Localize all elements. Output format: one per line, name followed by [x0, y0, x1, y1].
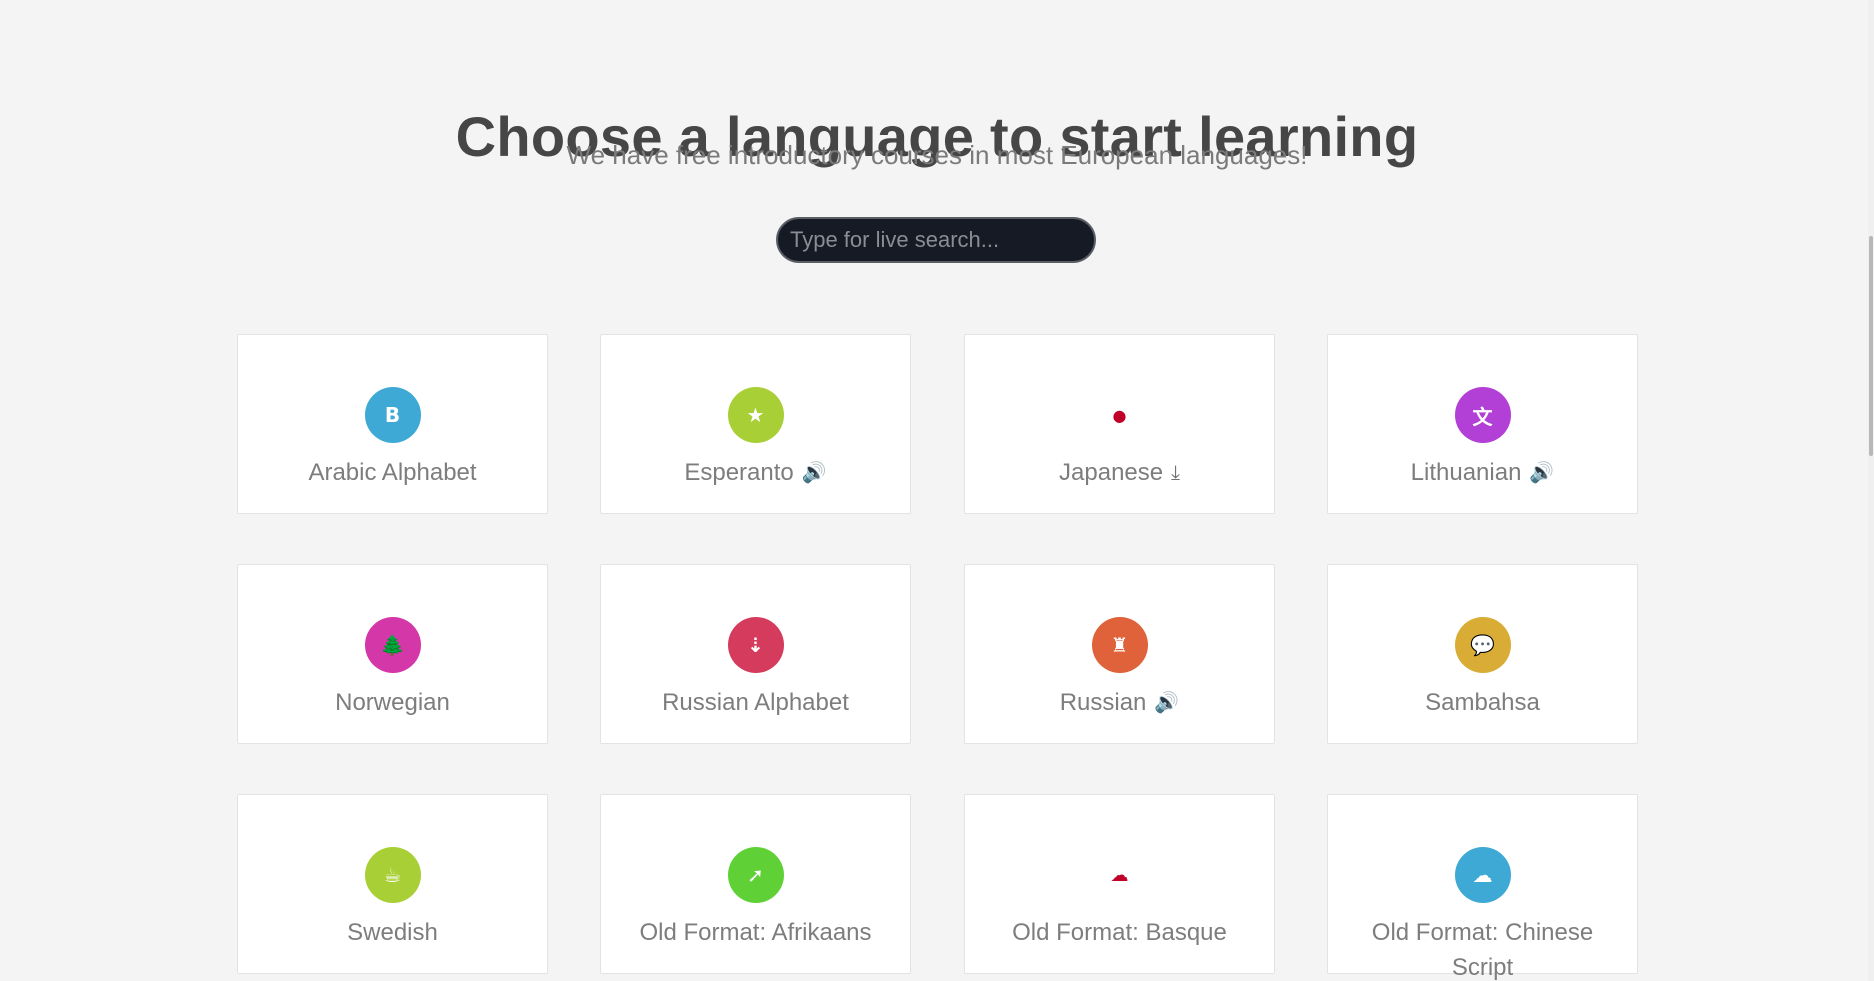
course-card[interactable]: ☕ Swedish — [237, 794, 548, 974]
page: Choose a language to start learning We h… — [0, 0, 1874, 981]
speaker-icon: 🔊 — [1529, 462, 1555, 485]
course-label: Sambahsa — [1348, 685, 1617, 720]
icon-glyph: 文 — [1472, 404, 1493, 429]
translate-icon: 文 — [1454, 387, 1511, 443]
scrollbar-track[interactable] — [1868, 0, 1874, 981]
course-card[interactable]: ☁ Old Format: Chinese Script — [1327, 794, 1638, 981]
course-card[interactable]: B Arabic Alphabet — [237, 334, 548, 514]
icon-glyph: ➚ — [747, 863, 764, 887]
cloud-icon: ☁ — [1454, 847, 1511, 903]
course-label: Japanese ⤓ — [985, 455, 1254, 491]
tree-icon: 🌲 — [364, 617, 421, 673]
course-label: Swedish — [258, 915, 527, 950]
course-label: Old Format: Afrikaans — [621, 915, 890, 950]
course-card[interactable]: ★ Esperanto 🔊 — [600, 334, 911, 514]
download-icon: ⤓ — [1171, 462, 1180, 485]
course-name: Esperanto — [684, 459, 794, 486]
scrollbar-thumb[interactable] — [1869, 236, 1873, 456]
cloud-icon: ☁ — [1092, 847, 1148, 903]
search-input[interactable] — [776, 217, 1096, 263]
icon-glyph: B — [384, 403, 401, 427]
course-label: Old Format: Basque — [985, 915, 1254, 950]
course-label: Old Format: Chinese Script — [1348, 915, 1617, 981]
course-label: Norwegian — [258, 685, 527, 720]
course-name: Old Format: Chinese Script — [1371, 919, 1594, 981]
speaker-icon: 🔊 — [801, 462, 827, 485]
chat-bubble-icon: 💬 — [1454, 617, 1511, 673]
search-container — [776, 217, 1096, 263]
course-label: Russian Alphabet — [621, 685, 890, 720]
icon-glyph: ♜ — [1110, 633, 1129, 657]
course-card[interactable]: ☁ Old Format: Basque — [964, 794, 1275, 974]
star-icon: ★ — [727, 387, 784, 443]
course-label: Arabic Alphabet — [258, 455, 527, 490]
course-name: Norwegian — [335, 689, 450, 716]
course-name: Japanese — [1059, 459, 1164, 486]
course-card[interactable]: ⇣ Russian Alphabet — [600, 564, 911, 744]
course-card[interactable]: 💬 Sambahsa — [1327, 564, 1638, 744]
course-card[interactable]: 文 Lithuanian 🔊 — [1327, 334, 1638, 514]
course-card[interactable]: ➚ Old Format: Afrikaans — [600, 794, 911, 974]
icon-glyph: ☁ — [1110, 864, 1129, 886]
icon-glyph: ● — [1112, 405, 1127, 425]
course-name: Swedish — [347, 919, 438, 946]
course-label: Russian 🔊 — [985, 685, 1254, 721]
icon-glyph: 🌲 — [380, 633, 405, 657]
page-subtitle: We have free introductory courses in mos… — [566, 140, 1308, 170]
speaker-icon: 🔊 — [1154, 692, 1180, 715]
course-card[interactable]: ♜ Russian 🔊 — [964, 564, 1275, 744]
course-name: Arabic Alphabet — [308, 459, 477, 486]
japan-flag-dot-icon: ● — [1092, 387, 1148, 443]
course-name: Old Format: Afrikaans — [639, 919, 872, 946]
course-name: Old Format: Basque — [1012, 919, 1227, 946]
letter-b-icon: B — [364, 387, 421, 443]
coffee-cup-icon: ☕ — [364, 847, 421, 903]
course-name: Russian — [1059, 689, 1147, 716]
icon-glyph: ⇣ — [747, 633, 764, 657]
rocket-icon: ➚ — [727, 847, 784, 903]
icon-glyph: ☕ — [383, 863, 402, 887]
course-name: Sambahsa — [1425, 689, 1540, 716]
icon-glyph: 💬 — [1470, 633, 1495, 657]
icon-glyph: ★ — [746, 403, 765, 427]
course-card[interactable]: ● Japanese ⤓ — [964, 334, 1275, 514]
course-label: Esperanto 🔊 — [621, 455, 890, 491]
course-label: Lithuanian 🔊 — [1348, 455, 1617, 491]
course-name: Lithuanian — [1410, 459, 1522, 486]
sort-alpha-icon: ⇣ — [727, 617, 784, 673]
course-card[interactable]: 🌲 Norwegian — [237, 564, 548, 744]
castle-icon: ♜ — [1091, 617, 1148, 673]
icon-glyph: ☁ — [1472, 863, 1493, 887]
course-name: Russian Alphabet — [662, 689, 849, 716]
